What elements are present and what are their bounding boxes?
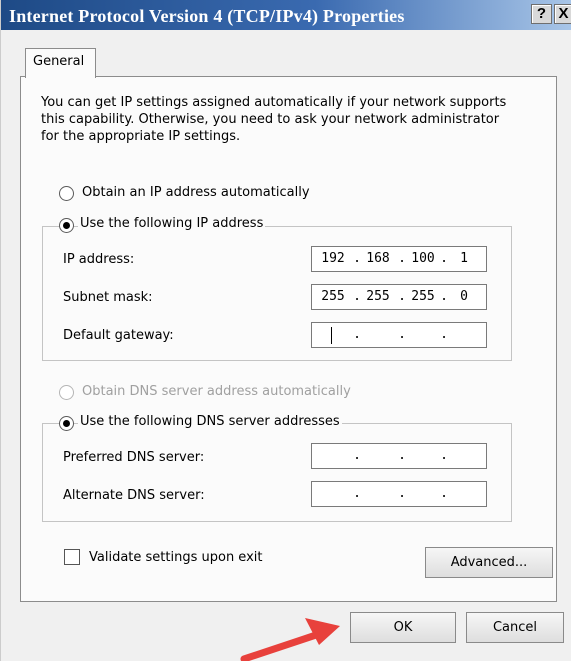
ipv4-properties-dialog: Internet Protocol Version 4 (TCP/IPv4) P… [0,0,571,661]
tab-general-label: General [33,54,85,69]
arrow-head [305,618,340,645]
tab-general[interactable]: General [25,48,96,78]
arrow-shaft [240,630,323,661]
annotation-arrow-icon [240,618,340,661]
